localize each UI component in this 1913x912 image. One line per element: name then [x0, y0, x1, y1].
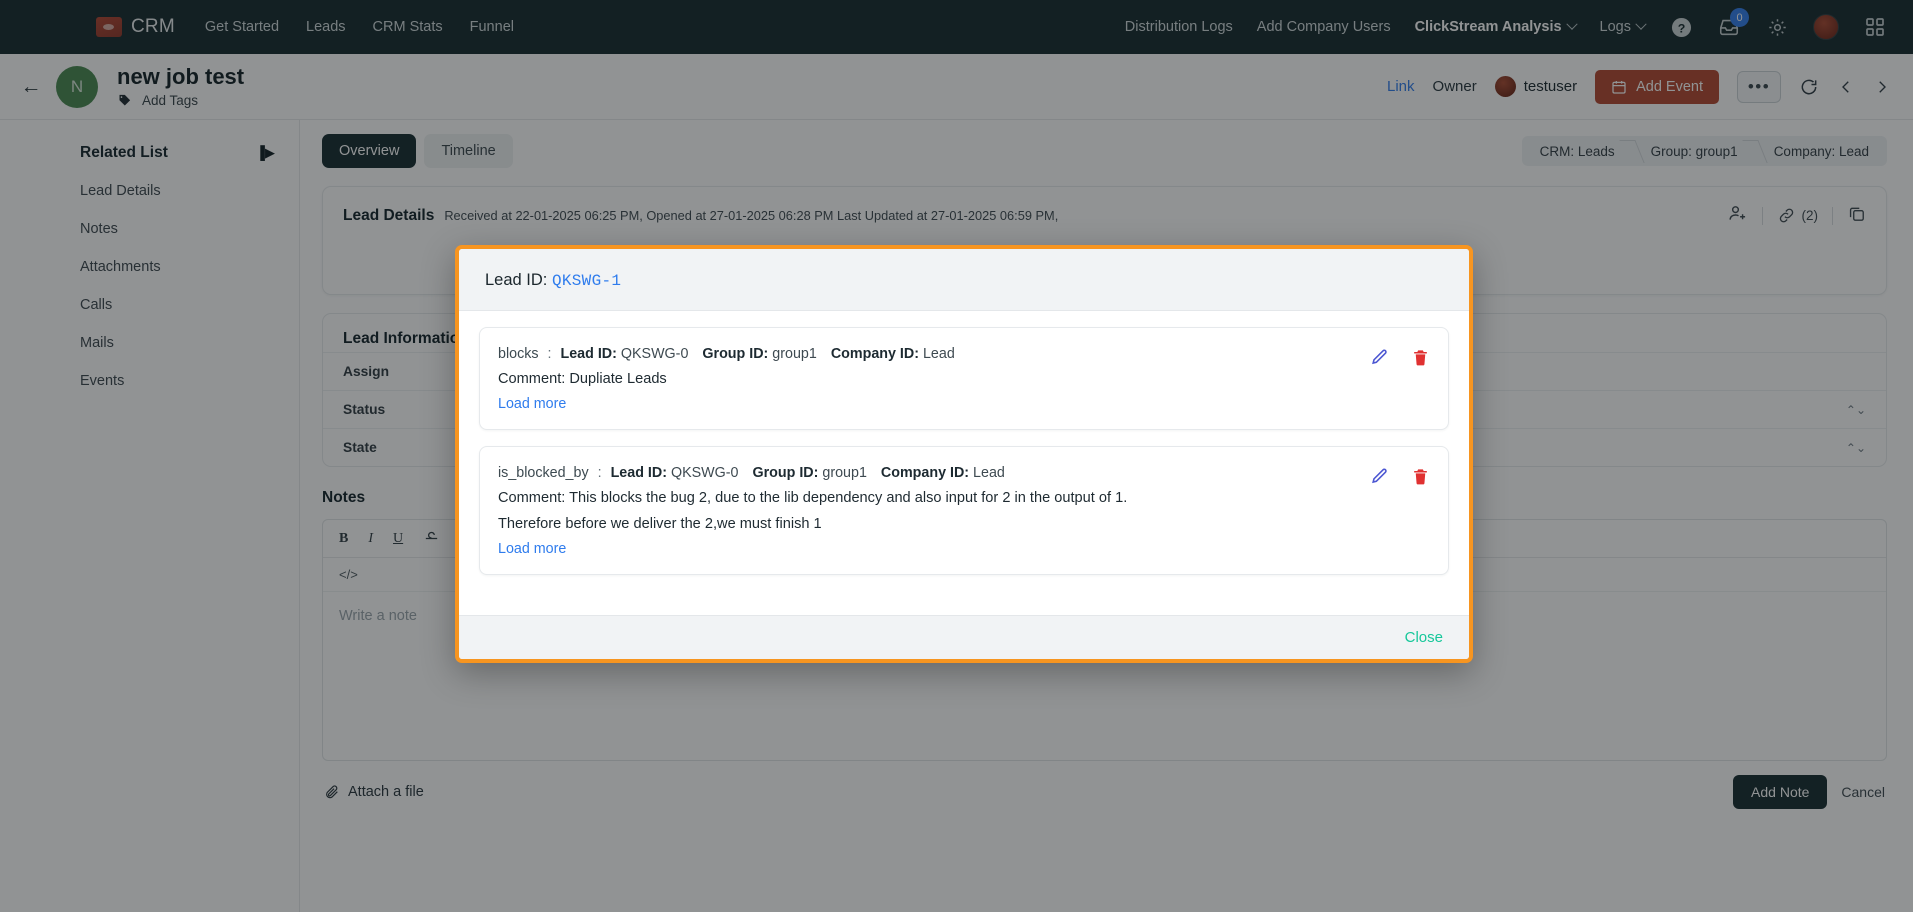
relation-comment-line-2: Therefore before we deliver the 2,we mus…	[498, 516, 822, 533]
lead-relations-modal: Lead ID: QKSWG-1 blocks : Lead ID: QKSWG…	[455, 245, 1473, 663]
modal-header: Lead ID: QKSWG-1	[459, 249, 1469, 311]
relation-lead-id-label: Lead ID:	[560, 346, 617, 362]
delete-relation-icon[interactable]	[1411, 348, 1430, 367]
modal-title-lead-id: QKSWG-1	[551, 272, 622, 290]
relation-company-id-value: Lead	[973, 465, 1005, 482]
relation-meta-line: is_blocked_by : Lead ID: QKSWG-0 Group I…	[498, 463, 1346, 484]
modal-body: blocks : Lead ID: QKSWG-0 Group ID: grou…	[459, 311, 1469, 615]
relation-load-more-link[interactable]: Load more	[498, 541, 566, 557]
relation-comment: Comment: This blocks the bug 2, due to t…	[498, 490, 1128, 507]
relation-content: is_blocked_by : Lead ID: QKSWG-0 Group I…	[498, 463, 1346, 558]
relation-meta-line: blocks : Lead ID: QKSWG-0 Group ID: grou…	[498, 344, 1346, 365]
close-modal-button[interactable]: Close	[1405, 629, 1443, 646]
relation-type: is_blocked_by	[498, 465, 589, 482]
relation-actions	[1346, 463, 1430, 486]
relation-card: blocks : Lead ID: QKSWG-0 Group ID: grou…	[479, 327, 1449, 431]
app-root: CRM Get Started Leads CRM Stats Funnel D…	[0, 0, 1913, 912]
delete-relation-icon[interactable]	[1411, 467, 1430, 486]
relation-separator: :	[547, 346, 552, 362]
relation-group-id-value: group1	[772, 346, 817, 362]
relation-content: blocks : Lead ID: QKSWG-0 Group ID: grou…	[498, 344, 1346, 413]
modal-title-label: Lead ID:	[485, 271, 548, 289]
relation-type: blocks	[498, 346, 539, 362]
relation-lead-id-value: QKSWG-0	[670, 465, 739, 482]
relation-load-more-link[interactable]: Load more	[498, 396, 566, 412]
relation-group-id-label: Group ID:	[702, 346, 769, 362]
relation-card: is_blocked_by : Lead ID: QKSWG-0 Group I…	[479, 446, 1449, 575]
relation-group-id-label: Group ID:	[752, 465, 819, 482]
edit-relation-icon[interactable]	[1370, 348, 1389, 367]
relation-company-id-value: Lead	[922, 346, 955, 362]
relation-comment: Comment: Dupliate Leads	[498, 371, 667, 388]
relation-company-id-label: Company ID:	[880, 465, 970, 482]
relation-company-id-label: Company ID:	[830, 346, 919, 362]
edit-relation-icon[interactable]	[1370, 467, 1389, 486]
relation-lead-id-value: QKSWG-0	[620, 346, 689, 362]
relation-separator: :	[597, 465, 602, 482]
relation-group-id-value: group1	[822, 465, 867, 482]
relation-lead-id-label: Lead ID:	[610, 465, 667, 482]
relation-actions	[1346, 344, 1430, 367]
modal-footer: Close	[459, 615, 1469, 659]
